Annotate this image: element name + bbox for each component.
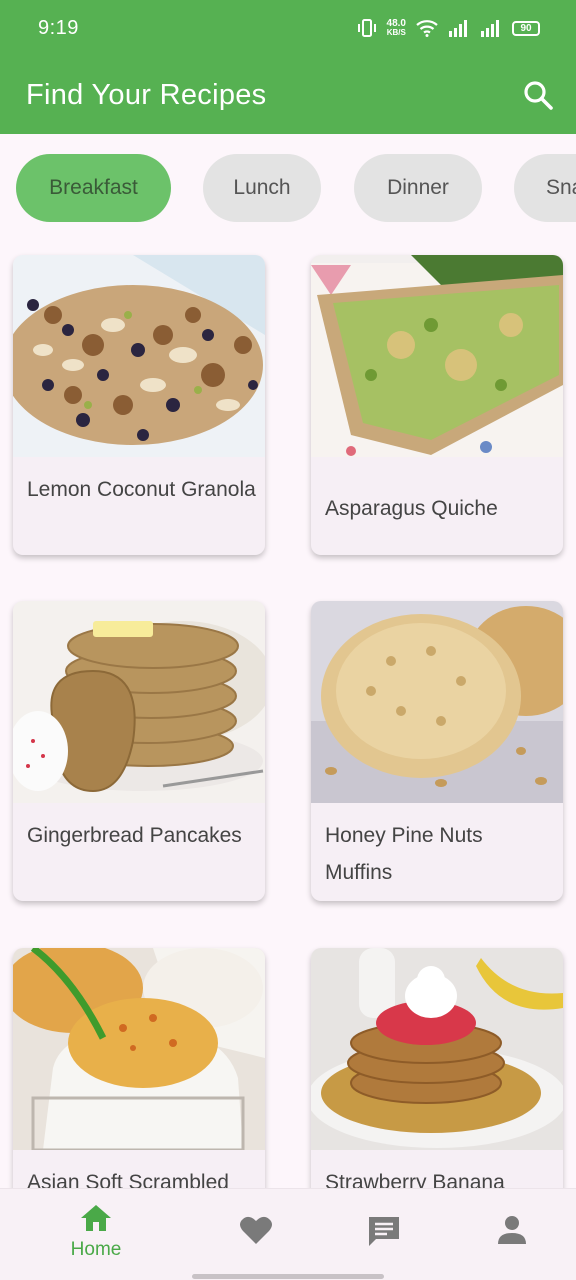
- category-chips: Breakfast Lunch Dinner Snacks: [0, 134, 576, 242]
- nav-home[interactable]: Home: [46, 1189, 146, 1269]
- chip-lunch[interactable]: Lunch: [203, 154, 321, 222]
- recipe-card[interactable]: Lemon Coconut Granola: [13, 255, 265, 555]
- heart-icon: [240, 1216, 272, 1244]
- recipe-image: [13, 948, 265, 1150]
- person-icon: [498, 1216, 526, 1244]
- recipe-name: Asian Soft Scrambled: [27, 1171, 229, 1188]
- search-icon[interactable]: [522, 79, 554, 111]
- chip-breakfast[interactable]: Breakfast: [16, 154, 171, 222]
- battery-indicator: 90: [512, 20, 540, 36]
- nav-favorites[interactable]: [206, 1189, 306, 1269]
- wifi-icon: [416, 20, 438, 37]
- recipe-grid: Lemon Coconut Granola Asparagus Quiche G…: [0, 242, 576, 1188]
- recipe-image: [311, 601, 563, 803]
- recipe-card[interactable]: Gingerbread Pancakes: [13, 601, 265, 901]
- page-title: Find Your Recipes: [26, 78, 267, 111]
- recipe-card[interactable]: Asparagus Quiche: [311, 255, 563, 555]
- nav-messages[interactable]: [334, 1189, 434, 1269]
- signal-icon: [449, 20, 467, 37]
- chat-icon: [369, 1217, 399, 1246]
- net-speed: 48.0 KB/S: [386, 18, 406, 38]
- recipe-name: Lemon Coconut Granola: [27, 478, 256, 501]
- recipe-name: Strawberry Banana: [325, 1171, 505, 1188]
- recipe-name: Asparagus Quiche: [325, 497, 498, 520]
- chip-snacks[interactable]: Snacks: [514, 154, 576, 222]
- recipe-image: [311, 948, 563, 1150]
- status-icons: 48.0 KB/S 90: [357, 19, 540, 37]
- vibrate-icon: [357, 19, 376, 37]
- recipe-card[interactable]: Asian Soft Scrambled: [13, 948, 265, 1188]
- recipe-image: [13, 601, 265, 803]
- recipe-image: [311, 255, 563, 457]
- nav-profile[interactable]: [462, 1189, 562, 1269]
- recipe-image: [13, 255, 265, 457]
- status-time: 9:19: [38, 16, 79, 39]
- recipe-card[interactable]: Honey Pine Nuts Muffins: [311, 601, 563, 901]
- chip-dinner[interactable]: Dinner: [354, 154, 482, 222]
- signal-icon-2: [481, 20, 499, 37]
- home-icon: [81, 1205, 111, 1231]
- recipe-name: Honey Pine Nuts Muffins: [325, 824, 483, 884]
- recipe-name: Gingerbread Pancakes: [27, 824, 242, 847]
- app-bar: Find Your Recipes: [0, 56, 576, 134]
- status-bar: 9:19 48.0 KB/S 90: [0, 0, 576, 56]
- nav-home-label: Home: [70, 1239, 122, 1260]
- home-indicator[interactable]: [192, 1274, 384, 1279]
- bottom-navigation: Home: [0, 1188, 576, 1280]
- recipe-card[interactable]: Strawberry Banana: [311, 948, 563, 1188]
